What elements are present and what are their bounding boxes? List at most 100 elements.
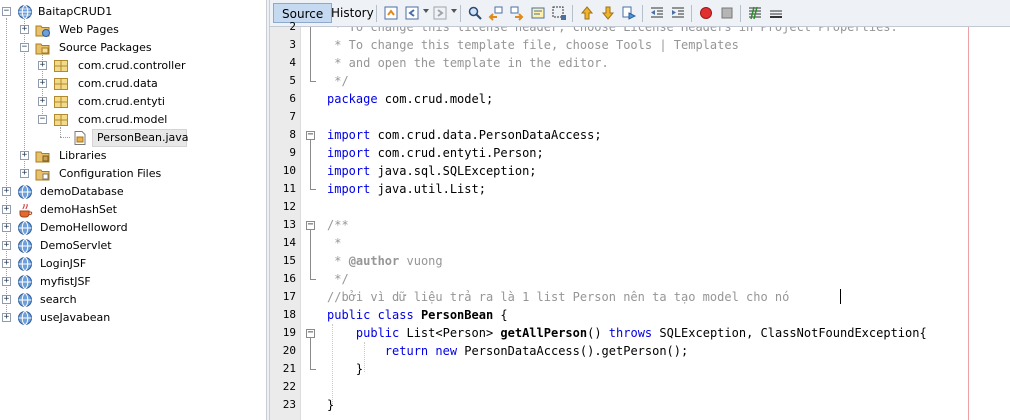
- expand-toggle[interactable]: +: [38, 97, 47, 106]
- code-area[interactable]: * To change this license header, choose …: [327, 27, 1010, 420]
- line-number: 3: [289, 38, 296, 51]
- project-name: BaitapCRUD1: [38, 5, 113, 18]
- fold-toggle-imports[interactable]: −: [306, 130, 315, 140]
- fold-toggle-method[interactable]: −: [306, 328, 315, 338]
- tab-history[interactable]: History: [323, 3, 382, 23]
- stop-macro-icon[interactable]: [718, 4, 736, 22]
- tree-node-project[interactable]: + DemoHelloword: [0, 219, 260, 237]
- code-line: * @author vuong: [327, 252, 443, 270]
- forward-icon[interactable]: [431, 4, 449, 22]
- code-line: import com.crud.entyti.Person;: [327, 144, 544, 162]
- toggle-bookmark-icon[interactable]: [620, 4, 638, 22]
- tree-node-package[interactable]: + com.crud.data: [0, 75, 260, 93]
- code-text: java.util.List;: [370, 182, 486, 196]
- tree-node-project[interactable]: + myfistJSF: [0, 273, 260, 291]
- code-line: public List<Person> getAllPerson() throw…: [327, 324, 927, 342]
- code-text: (): [587, 326, 609, 340]
- previous-bookmark-icon[interactable]: [578, 4, 596, 22]
- expand-toggle[interactable]: +: [20, 151, 29, 160]
- tree-node-project[interactable]: + demoDatabase: [0, 183, 260, 201]
- package-label: com.crud.data: [78, 77, 158, 90]
- find-selection-icon[interactable]: [466, 4, 484, 22]
- expand-toggle[interactable]: +: [2, 241, 11, 250]
- line-number: 7: [289, 110, 296, 123]
- java-project-icon: [17, 202, 33, 218]
- code-text: PersonDataAccess().getPerson();: [457, 344, 689, 358]
- back-dropdown-icon[interactable]: [423, 9, 429, 13]
- keyword: return new: [327, 344, 458, 358]
- line-number: 21: [282, 362, 296, 375]
- expand-toggle[interactable]: +: [2, 295, 11, 304]
- tree-node-web-pages[interactable]: + Web Pages: [0, 21, 260, 39]
- line-number: 16: [282, 272, 296, 285]
- code-editor: Source History 2 3 4 5 6 7 8 9 10 11 12 …: [270, 0, 1010, 420]
- toolbar-separator: [691, 5, 692, 22]
- expand-toggle[interactable]: +: [20, 169, 29, 178]
- package-label: com.crud.entyti: [78, 95, 165, 108]
- back-icon[interactable]: [403, 4, 421, 22]
- keyword: throws: [608, 326, 653, 340]
- node-label: Libraries: [59, 149, 107, 162]
- line-number: 17: [282, 290, 296, 303]
- code-text: java.sql.SQLException;: [370, 164, 537, 178]
- expand-toggle[interactable]: +: [2, 223, 11, 232]
- expand-toggle[interactable]: +: [2, 259, 11, 268]
- fold-toggle-javadoc[interactable]: −: [306, 220, 315, 230]
- line-number: 19: [282, 326, 296, 339]
- toolbar-separator: [572, 5, 573, 22]
- collapse-toggle[interactable]: −: [38, 115, 47, 124]
- line-number: 20: [282, 344, 296, 357]
- expand-toggle[interactable]: +: [38, 79, 47, 88]
- code-text: SQLException, ClassNotFoundException{: [652, 326, 927, 340]
- find-previous-icon[interactable]: [487, 4, 505, 22]
- shift-right-icon[interactable]: [669, 4, 687, 22]
- code-line-current: //bởi vì dữ liệu trả ra là 1 list Person…: [327, 290, 790, 304]
- tree-node-project[interactable]: + demoHashSet: [0, 201, 260, 219]
- package-icon: [53, 76, 69, 92]
- shift-left-icon[interactable]: [648, 4, 666, 22]
- forward-dropdown-icon[interactable]: [451, 9, 457, 13]
- toggle-highlight-icon[interactable]: [529, 4, 547, 22]
- editor-toolbar: Source History: [270, 0, 1010, 27]
- tree-node-configuration-files[interactable]: + Configuration Files: [0, 165, 260, 183]
- next-bookmark-icon[interactable]: [599, 4, 617, 22]
- uncomment-icon[interactable]: [767, 4, 785, 22]
- libraries-icon: [35, 148, 51, 164]
- tree-node-package[interactable]: + com.crud.entyti: [0, 93, 260, 111]
- tree-node-root[interactable]: − BaitapCRUD1: [0, 3, 260, 21]
- find-next-icon[interactable]: [508, 4, 526, 22]
- expand-toggle[interactable]: +: [2, 277, 11, 286]
- project-label: DemoHelloword: [40, 221, 128, 234]
- code-line: *: [327, 236, 342, 250]
- comment-text: vuong: [399, 254, 443, 268]
- start-macro-icon[interactable]: [697, 4, 715, 22]
- code-line: */: [327, 272, 349, 286]
- tree-node-project[interactable]: + useJavabean: [0, 309, 260, 327]
- code-line: package com.crud.model;: [327, 90, 493, 108]
- collapse-toggle[interactable]: −: [20, 43, 29, 52]
- tree-node-file-selected[interactable]: PersonBean.java: [0, 129, 260, 147]
- code-text: com.crud.entyti.Person;: [370, 146, 544, 160]
- javadoc-tag: @author: [348, 254, 400, 268]
- tree-node-libraries[interactable]: + Libraries: [0, 147, 260, 165]
- tree-node-source-packages[interactable]: − Source Packages: [0, 39, 260, 57]
- tree-node-project[interactable]: + LoginJSF: [0, 255, 260, 273]
- code-line: }: [327, 362, 364, 376]
- expand-toggle[interactable]: +: [2, 205, 11, 214]
- tree-node-project[interactable]: + search: [0, 291, 260, 309]
- expand-toggle[interactable]: +: [2, 313, 11, 322]
- fold-line: [310, 140, 311, 189]
- toolbar-separator: [740, 5, 741, 22]
- expand-toggle[interactable]: +: [2, 187, 11, 196]
- last-edit-icon[interactable]: [382, 4, 400, 22]
- expand-toggle[interactable]: +: [38, 61, 47, 70]
- web-project-icon: [17, 184, 33, 200]
- toggle-rect-select-icon[interactable]: [550, 4, 568, 22]
- tree-node-project[interactable]: + DemoServlet: [0, 237, 260, 255]
- line-number: 18: [282, 308, 296, 321]
- tree-node-package[interactable]: + com.crud.controller: [0, 57, 260, 75]
- collapse-toggle[interactable]: −: [2, 7, 11, 16]
- tree-node-package[interactable]: − com.crud.model: [0, 111, 260, 129]
- expand-toggle[interactable]: +: [20, 25, 29, 34]
- comment-icon[interactable]: [746, 4, 764, 22]
